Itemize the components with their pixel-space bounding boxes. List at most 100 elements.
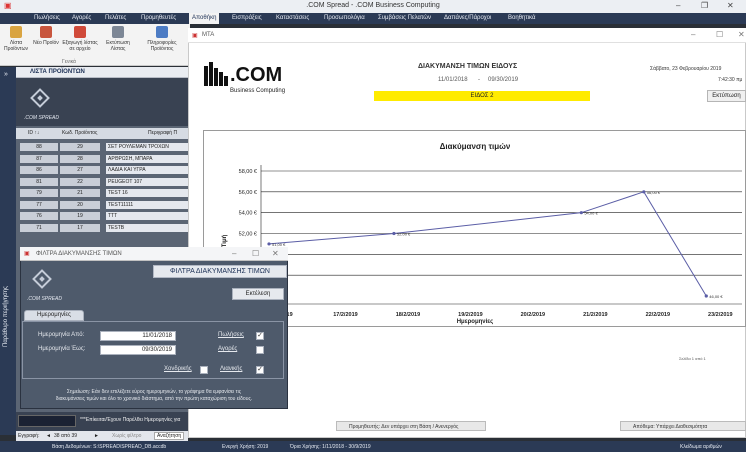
date-to-input[interactable]: 09/30/2019 bbox=[100, 345, 176, 355]
record-first-button[interactable]: ◄ bbox=[46, 433, 51, 439]
info-icon bbox=[156, 26, 168, 38]
report-title-bar: ▣ ΜΤΑ – ☐ ✕ bbox=[188, 28, 746, 43]
report-date-separator: - bbox=[478, 77, 480, 83]
report-maximize-icon[interactable]: ☐ bbox=[716, 30, 723, 39]
spread-logo-icon bbox=[30, 88, 50, 108]
tab-reports[interactable]: Καταστάσεις bbox=[276, 15, 309, 21]
record-position[interactable]: 38 από 39 bbox=[54, 433, 77, 439]
row-code: 22 bbox=[60, 177, 100, 186]
table-row[interactable]: 88 29 ΣΕΤ ΡΟΥΛΕΜΑΝ ΤΡΟΧΩΝ bbox=[18, 143, 188, 151]
chart-title: Διακύμανση τιμών bbox=[440, 142, 511, 151]
report-close-icon[interactable]: ✕ bbox=[738, 30, 745, 39]
price-point bbox=[579, 211, 583, 215]
record-next-button[interactable]: ► bbox=[94, 433, 99, 439]
y-tick-label: 52,00 € bbox=[239, 232, 257, 238]
maximize-icon[interactable]: ❐ bbox=[701, 1, 708, 10]
table-row[interactable]: 81 22 PEUGEOT 107 bbox=[18, 177, 188, 186]
y-tick-label: 54,00 € bbox=[239, 211, 257, 217]
row-id: 86 bbox=[20, 166, 58, 174]
status-bar: Βάση Δεδομένων: S:\SPREAD\SPREAD_DB.accd… bbox=[0, 441, 746, 452]
filter-minimize-icon[interactable]: – bbox=[232, 249, 236, 258]
row-id: 87 bbox=[20, 154, 58, 163]
table-row[interactable]: 79 21 TEST 16 bbox=[18, 189, 188, 197]
sales-checkbox[interactable]: ✓ bbox=[256, 332, 264, 340]
report-print-button[interactable]: Εκτύπωση bbox=[707, 90, 746, 102]
table-row[interactable]: 86 27 ΛΑΔΙΑ ΚΑΙ ΥΓΡΑ bbox=[18, 166, 188, 174]
row-description: ΣΕΤ ΡΟΥΛΕΜΑΝ ΤΡΟΧΩΝ bbox=[106, 143, 188, 151]
purchases-checkbox[interactable] bbox=[256, 346, 264, 354]
price-point bbox=[392, 231, 396, 236]
filter-maximize-icon[interactable]: ☐ bbox=[252, 249, 259, 258]
table-row[interactable]: 71 17 TESTB bbox=[18, 223, 188, 232]
record-navigator: Εγγραφή: ◄ 38 από 39 ► Χωρίς φίλτρο Αναζ… bbox=[16, 431, 188, 441]
minimize-icon[interactable]: – bbox=[676, 1, 680, 10]
export-button[interactable]: Εξαγωγή λίστας σε αρχείο bbox=[60, 26, 100, 52]
tab-utilities[interactable]: Βοηθητικά bbox=[508, 15, 535, 21]
column-description[interactable]: Περιγραφή Π bbox=[148, 130, 177, 136]
price-series-line bbox=[268, 191, 707, 297]
row-id: 81 bbox=[20, 177, 58, 186]
product-list-logo: .COM SPREAD bbox=[16, 78, 188, 126]
product-list-button[interactable]: Λίστα Προϊόντων bbox=[2, 26, 30, 52]
no-filter-label[interactable]: Χωρίς φίλτρο bbox=[112, 433, 141, 439]
filter-logo-icon bbox=[32, 269, 52, 289]
report-window-title: ΜΤΑ bbox=[202, 32, 215, 38]
new-product-label: Νέο Προϊόν bbox=[33, 40, 59, 46]
filter-run-button[interactable]: Εκτέλεση bbox=[232, 288, 284, 300]
ribbon-group-label: Γενικά bbox=[62, 59, 76, 65]
tab-customers[interactable]: Πελάτες bbox=[105, 15, 126, 21]
close-icon[interactable]: ✕ bbox=[727, 1, 734, 10]
tab-receipts[interactable]: Εισπράξεις bbox=[232, 15, 262, 21]
row-description: TEST11111 bbox=[106, 200, 188, 209]
status-year: Ενεργή Χρήση: 2019 bbox=[222, 444, 269, 450]
row-description: ΛΑΔΙΑ ΚΑΙ ΥΓΡΑ bbox=[106, 166, 188, 174]
ribbon-panel: Λίστα Προϊόντων Νέο Προϊόν Εξαγωγή λίστα… bbox=[0, 24, 190, 66]
row-id: 76 bbox=[20, 212, 58, 220]
tab-ledgers[interactable]: Προσωπολόγια bbox=[324, 15, 365, 21]
filter-close-icon[interactable]: ✕ bbox=[272, 249, 279, 258]
row-id: 77 bbox=[20, 200, 58, 209]
row-code: 20 bbox=[60, 200, 100, 209]
filter-header-box: ΦΙΛΤΡΑ ΔΙΑΚΥΜΑΝΣΗΣ ΤΙΜΩΝ bbox=[153, 265, 287, 278]
retail-label: Λιανικής bbox=[220, 366, 243, 372]
status-period: Όρια Χρήσης: 1/11/2018 - 30/9/2019 bbox=[290, 444, 371, 450]
retail-checkbox[interactable]: ✓ bbox=[256, 366, 264, 374]
product-list-tab[interactable]: ΛΙΣΤΑ ΠΡΟΪΟΝΤΩΝ bbox=[16, 67, 188, 78]
filter-title-bar: ▣ ΦΙΛΤΡΑ ΔΙΑΚΥΜΑΝΣΗΣ ΤΙΜΩΝ – ☐ ✕ bbox=[20, 247, 288, 261]
column-id[interactable]: ID ↑↓ bbox=[28, 130, 39, 136]
row-id: 71 bbox=[20, 223, 58, 232]
report-date-from: 11/01/2018 bbox=[438, 77, 468, 83]
search-input[interactable]: Αναζήτηση bbox=[154, 432, 185, 440]
filter-logo-text: .COM SPREAD bbox=[27, 296, 63, 302]
navigation-pane[interactable]: » Παράθυρο περιήγησης bbox=[0, 67, 16, 435]
row-code: 19 bbox=[60, 212, 100, 220]
tab-warehouse[interactable]: Αποθήκη bbox=[189, 13, 220, 24]
tab-expenses[interactable]: Δαπάνες/Πάροχοι bbox=[444, 15, 491, 21]
print-list-button[interactable]: Εκτύπωση Λίστας bbox=[104, 26, 132, 52]
expand-nav-icon[interactable]: » bbox=[4, 71, 8, 78]
table-row[interactable]: 77 20 TEST11111 bbox=[18, 200, 188, 209]
row-code: 21 bbox=[60, 189, 100, 197]
product-info-button[interactable]: Πληροφορίες Προϊόντος bbox=[142, 26, 182, 52]
new-product-button[interactable]: Νέο Προϊόν bbox=[32, 26, 60, 46]
filter-window-icon: ▣ bbox=[24, 251, 30, 257]
wholesale-checkbox[interactable] bbox=[200, 366, 208, 374]
filter-note-line-1: Σημείωση: Εάν δεν επιλέξετε εύρος ημερομ… bbox=[66, 389, 242, 395]
table-row[interactable]: 76 19 TTT bbox=[18, 212, 188, 220]
date-from-input[interactable]: 11/01/2018 bbox=[100, 331, 176, 341]
tab-dates[interactable]: Ημερομηνίες bbox=[24, 310, 84, 321]
table-row[interactable]: 87 28 ΑΡΘΡΩΣΗ, ΜΠΑΡΑ bbox=[18, 154, 188, 163]
column-code[interactable]: Κωδ. Προϊόντος bbox=[62, 130, 97, 136]
tab-contracts[interactable]: Συμβάσεις Πελατών bbox=[378, 15, 431, 21]
ribbon-tabs: Πωλήσεις Αγορές Πελάτες Προμηθευτές Αποθ… bbox=[0, 13, 746, 24]
report-date-right: Σάββατο, 23 Φεβρουαρίου 2019 bbox=[650, 66, 722, 72]
record-label: Εγγραφή: bbox=[18, 433, 40, 439]
tab-purchases[interactable]: Αγορές bbox=[72, 15, 91, 21]
tab-sales[interactable]: Πωλήσεις bbox=[34, 15, 60, 21]
report-minimize-icon[interactable]: – bbox=[691, 30, 695, 39]
purchases-label: Αγορές bbox=[218, 346, 238, 352]
product-list-title: ΛΙΣΤΑ ΠΡΟΪΟΝΤΩΝ bbox=[30, 69, 85, 75]
price-point bbox=[642, 190, 646, 194]
y-tick-label: 58,00 € bbox=[239, 169, 257, 175]
tab-suppliers[interactable]: Προμηθευτές bbox=[141, 15, 176, 21]
